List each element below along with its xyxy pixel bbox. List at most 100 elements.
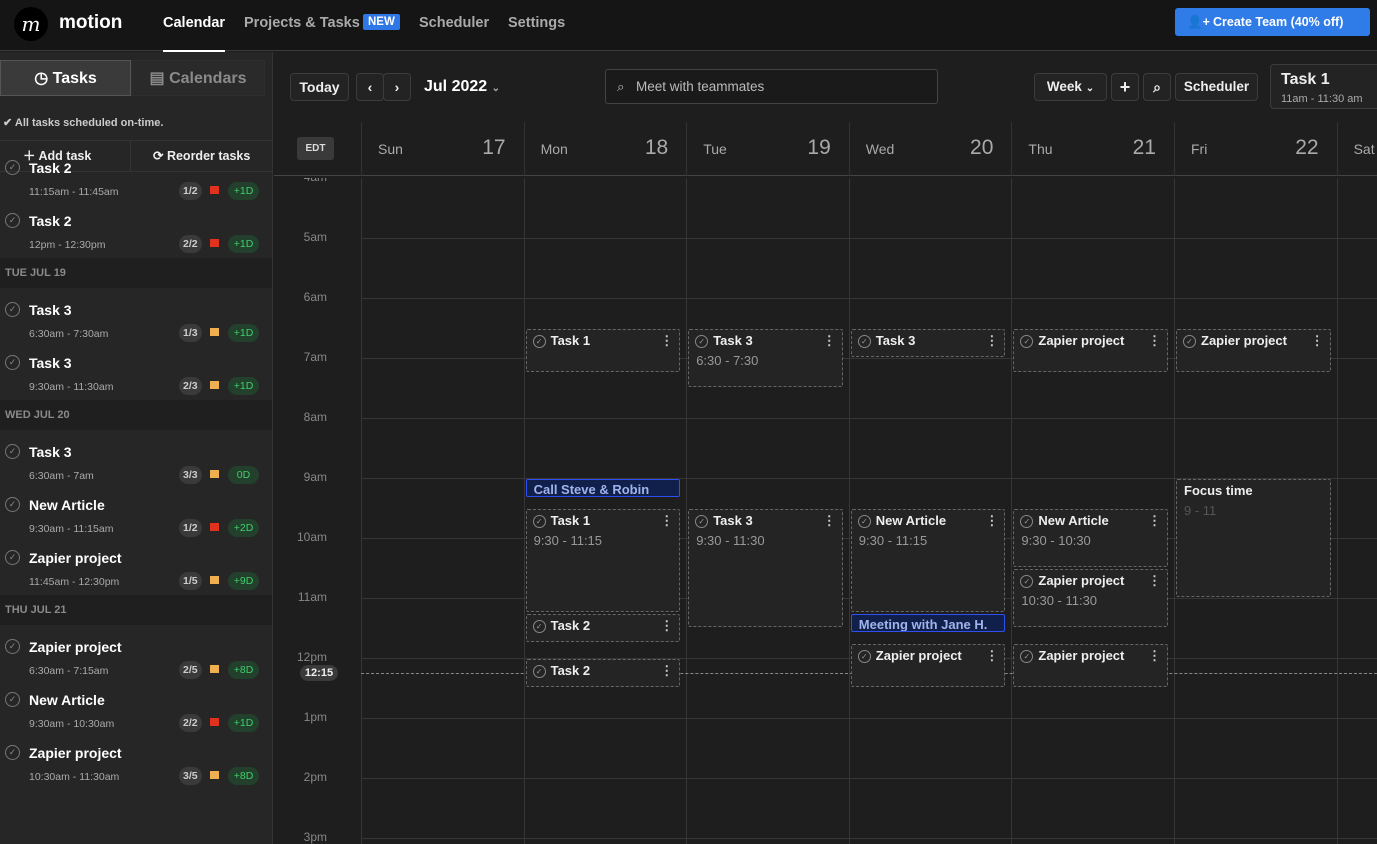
check-circle-icon[interactable]: ✓ <box>532 335 546 348</box>
task-row[interactable]: ✓ Zapier project 10:30am - 11:30am 3/5 +8D <box>0 733 272 786</box>
more-options-icon[interactable]: ⋮ <box>660 333 673 349</box>
task-event[interactable]: ✓ ⋮ Task 3 <box>850 329 1006 357</box>
task-event[interactable]: ✓ ⋮ Task 3 9:30 - 11:30 <box>688 509 843 627</box>
task-event[interactable]: ✓ ⋮ Zapier project <box>1013 329 1168 372</box>
check-circle-icon[interactable]: ✓ <box>5 745 20 760</box>
task-event[interactable]: ✓ ⋮ Task 1 <box>525 329 681 372</box>
focus-time-block[interactable]: Focus time 9 - 11 <box>1176 479 1331 597</box>
more-options-icon[interactable]: ⋮ <box>1148 513 1161 529</box>
check-circle-icon[interactable]: ✓ <box>5 160 20 175</box>
motion-logo[interactable]: m <box>14 7 48 41</box>
check-circle-icon[interactable]: ✓ <box>695 335 709 348</box>
tab-tasks[interactable]: ◷ Tasks <box>0 60 131 96</box>
nav-calendar[interactable]: Calendar <box>163 15 226 53</box>
task-row[interactable]: ✓ New Article 9:30am - 10:30am 2/2 +1D <box>0 680 272 733</box>
check-circle-icon[interactable]: ✓ <box>5 639 20 654</box>
nav-projects-tasks[interactable]: Projects & Tasks <box>244 15 360 31</box>
view-select[interactable]: Week ⌄ <box>1034 73 1107 101</box>
more-options-icon[interactable]: ⋮ <box>660 618 673 634</box>
event-title: Focus time <box>1184 483 1253 498</box>
more-options-icon[interactable]: ⋮ <box>1148 333 1161 349</box>
task-event[interactable]: ✓ ⋮ Zapier project 10:30 - 11:30 <box>1013 569 1168 627</box>
check-circle-icon[interactable]: ✓ <box>532 665 546 678</box>
check-circle-icon[interactable]: ✓ <box>5 692 20 707</box>
task-event[interactable]: ✓ ⋮ Task 1 9:30 - 11:15 <box>525 509 681 612</box>
more-options-icon[interactable]: ⋮ <box>1148 648 1161 664</box>
task-preview-card[interactable]: Task 1 11am - 11:30 am <box>1270 64 1377 109</box>
check-circle-icon[interactable]: ✓ <box>1020 515 1034 528</box>
day-name: Sun <box>378 141 403 157</box>
task-row[interactable]: ✓ Task 2 12pm - 12:30pm 2/2 +1D <box>0 201 272 254</box>
check-circle-icon[interactable]: ✓ <box>5 302 20 317</box>
next-week-button[interactable]: › <box>383 73 411 101</box>
meeting-event[interactable]: Call Steve & Robin <box>525 479 681 497</box>
check-circle-icon[interactable]: ✓ <box>1020 575 1034 588</box>
task-row[interactable]: ✓ Task 2 11:15am - 11:45am 1/2 +1D <box>0 148 272 201</box>
timezone-badge[interactable]: EDT <box>297 137 334 160</box>
add-event-button[interactable]: + <box>1111 73 1139 101</box>
check-circle-icon[interactable]: ✓ <box>695 515 709 528</box>
task-event[interactable]: ✓ ⋮ New Article 9:30 - 11:15 <box>850 509 1006 612</box>
more-options-icon[interactable]: ⋮ <box>823 333 836 349</box>
check-circle-icon[interactable]: ✓ <box>5 444 20 459</box>
task-event[interactable]: ✓ ⋮ Task 3 6:30 - 7:30 <box>688 329 843 387</box>
check-circle-icon[interactable]: ✓ <box>5 213 20 228</box>
task-title: Zapier project <box>29 550 122 566</box>
check-circle-icon[interactable]: ✓ <box>532 620 546 633</box>
task-event[interactable]: ✓ ⋮ New Article 9:30 - 10:30 <box>1013 509 1168 567</box>
task-row[interactable]: ✓ Task 3 9:30am - 11:30am 2/3 +1D <box>0 343 272 396</box>
task-list: ✓ Task 2 11:15am - 11:45am 1/2 +1D ✓ Task 2 12p… <box>0 148 272 786</box>
check-circle-icon[interactable]: ✓ <box>857 335 871 348</box>
month-selector[interactable]: Jul 2022 ⌄ <box>424 78 500 96</box>
check-circle-icon[interactable]: ✓ <box>5 355 20 370</box>
task-event[interactable]: ✓ ⋮ Task 2 <box>525 659 681 687</box>
search-input[interactable]: ⌕ Meet with teammates <box>605 69 938 104</box>
check-circle-icon[interactable]: ✓ <box>857 515 871 528</box>
task-event[interactable]: ✓ ⋮ Task 2 <box>525 614 681 642</box>
day-header-thu[interactable]: Thu 21 <box>1011 122 1174 176</box>
check-circle-icon[interactable]: ✓ <box>5 497 20 512</box>
today-button[interactable]: Today <box>290 73 349 101</box>
event-title: Zapier project <box>1038 573 1125 588</box>
task-event[interactable]: ✓ ⋮ Zapier project <box>1176 329 1331 372</box>
day-header-tue[interactable]: Tue 19 <box>686 122 849 176</box>
day-header-mon[interactable]: Mon 18 <box>523 122 687 176</box>
tab-calendars[interactable]: ▤ Calendars <box>131 60 265 96</box>
day-header-wed[interactable]: Wed 20 <box>848 122 1012 176</box>
calendar-grid[interactable]: 4am 5am 6am 7am 8am 9am 10am 11am 12pm 1pm 2pm 3pm 1… <box>274 178 1377 844</box>
day-header-fri[interactable]: Fri 22 <box>1174 122 1337 176</box>
nav-scheduler[interactable]: Scheduler <box>419 15 489 31</box>
task-row[interactable]: ✓ Zapier project 6:30am - 7:15am 2/5 +8D <box>0 627 272 680</box>
task-row[interactable]: ✓ Task 3 6:30am - 7:30am 1/3 +1D <box>0 290 272 343</box>
scheduler-button[interactable]: Scheduler <box>1175 73 1258 101</box>
more-options-icon[interactable]: ⋮ <box>660 513 673 529</box>
hour-line <box>361 718 1377 719</box>
more-options-icon[interactable]: ⋮ <box>985 333 998 349</box>
create-team-button[interactable]: 👤+ Create Team (40% off) <box>1175 8 1370 36</box>
check-circle-icon[interactable]: ✓ <box>1020 650 1034 663</box>
more-options-icon[interactable]: ⋮ <box>660 663 673 679</box>
task-row[interactable]: ✓ New Article 9:30am - 11:15am 1/2 +2D <box>0 485 272 538</box>
check-circle-icon[interactable]: ✓ <box>532 515 546 528</box>
nav-settings[interactable]: Settings <box>508 15 565 31</box>
day-header-sat[interactable]: Sat <box>1336 122 1377 176</box>
event-time: 9 - 11 <box>1184 503 1217 518</box>
check-circle-icon[interactable]: ✓ <box>1183 335 1196 348</box>
task-event[interactable]: ✓ ⋮ Zapier project <box>1013 644 1168 687</box>
check-circle-icon[interactable]: ✓ <box>857 650 871 663</box>
check-circle-icon[interactable]: ✓ <box>5 550 20 565</box>
sidebar: ◷ Tasks ▤ Calendars ✔ All tasks schedule… <box>0 52 273 844</box>
more-options-icon[interactable]: ⋮ <box>1311 333 1324 349</box>
day-header-sun[interactable]: Sun 17 <box>361 122 524 176</box>
more-options-icon[interactable]: ⋮ <box>985 648 998 664</box>
search-button[interactable]: ⌕ <box>1143 73 1171 101</box>
task-event[interactable]: ✓ ⋮ Zapier project <box>850 644 1006 687</box>
task-row[interactable]: ✓ Task 3 6:30am - 7am 3/3 0D <box>0 432 272 485</box>
check-circle-icon[interactable]: ✓ <box>1020 335 1034 348</box>
more-options-icon[interactable]: ⋮ <box>985 513 998 529</box>
task-row[interactable]: ✓ Zapier project 11:45am - 12:30pm 1/5 +9D <box>0 538 272 591</box>
prev-week-button[interactable]: ‹ <box>356 73 384 101</box>
more-options-icon[interactable]: ⋮ <box>823 513 836 529</box>
more-options-icon[interactable]: ⋮ <box>1148 573 1161 589</box>
meeting-event[interactable]: Meeting with Jane H. <box>850 614 1006 632</box>
